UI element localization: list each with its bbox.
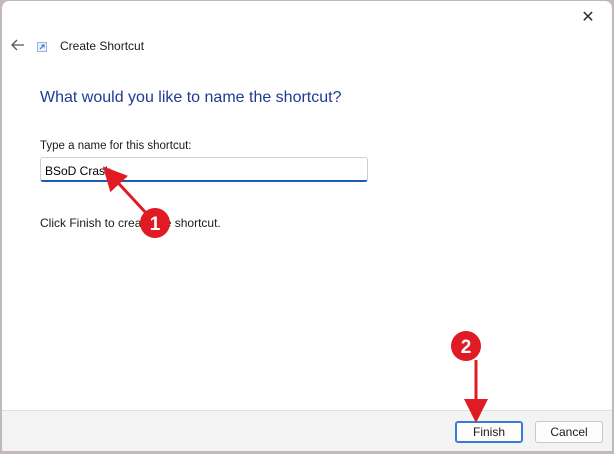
create-shortcut-dialog: ✕ Create Shortcut What would you like to… (1, 0, 613, 452)
cancel-button[interactable]: Cancel (535, 421, 603, 443)
finish-button[interactable]: Finish (455, 421, 523, 443)
shortcut-icon (37, 42, 47, 52)
back-button[interactable] (8, 35, 28, 55)
close-button[interactable]: ✕ (572, 5, 604, 29)
shortcut-name-input[interactable] (40, 157, 368, 182)
shortcut-name-label: Type a name for this shortcut: (40, 140, 192, 152)
dialog-footer: Finish Cancel (2, 410, 612, 451)
finish-hint-text: Click Finish to create the shortcut. (40, 216, 221, 230)
page-heading: What would you like to name the shortcut… (40, 89, 342, 106)
back-arrow-icon (11, 39, 24, 51)
close-icon: ✕ (581, 9, 595, 26)
window-title: Create Shortcut (60, 39, 145, 53)
